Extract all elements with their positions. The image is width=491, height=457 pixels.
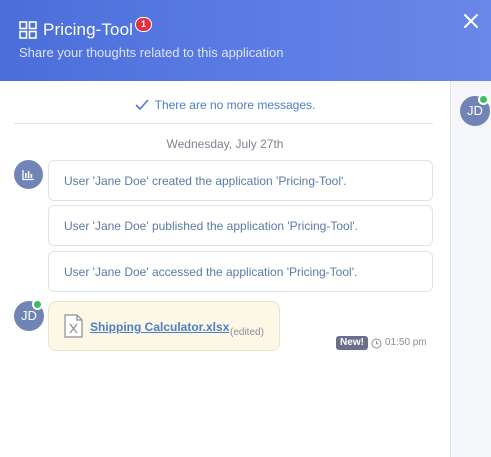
excel-file-icon: [64, 314, 83, 338]
no-more-messages: There are no more messages.: [0, 98, 450, 112]
app-title: Pricing-Tool: [43, 20, 134, 39]
clock-icon: [371, 338, 382, 349]
system-message: User 'Jane Doe' created the application …: [48, 160, 433, 201]
date-separator: Wednesday, July 27th: [166, 137, 284, 151]
divider: [14, 123, 433, 124]
online-status-indicator: [32, 299, 43, 310]
bar-chart-icon: [22, 170, 34, 181]
file-message-bubble: Shipping Calculator.xlsx (edited): [48, 301, 280, 351]
system-avatar: [14, 160, 43, 189]
grid-icon: [19, 21, 37, 39]
close-icon[interactable]: [462, 12, 480, 30]
no-more-messages-text: There are no more messages.: [154, 98, 316, 112]
chat-header: Pricing-Tool 1 Share your thoughts relat…: [0, 0, 491, 81]
system-message: User 'Jane Doe' accessed the application…: [48, 251, 433, 292]
online-status-indicator: [478, 94, 489, 105]
header-subtitle: Share your thoughts related to this appl…: [19, 45, 284, 60]
notification-badge: 1: [135, 17, 152, 32]
message-timestamp: 01:50 pm: [385, 337, 427, 348]
system-message: User 'Jane Doe' published the applicatio…: [48, 205, 433, 246]
new-badge: New!: [336, 336, 368, 350]
file-link[interactable]: Shipping Calculator.xlsx: [90, 320, 229, 334]
check-icon: [135, 99, 148, 110]
edited-label: (edited): [230, 327, 264, 338]
participants-sidebar: JD: [450, 81, 491, 457]
